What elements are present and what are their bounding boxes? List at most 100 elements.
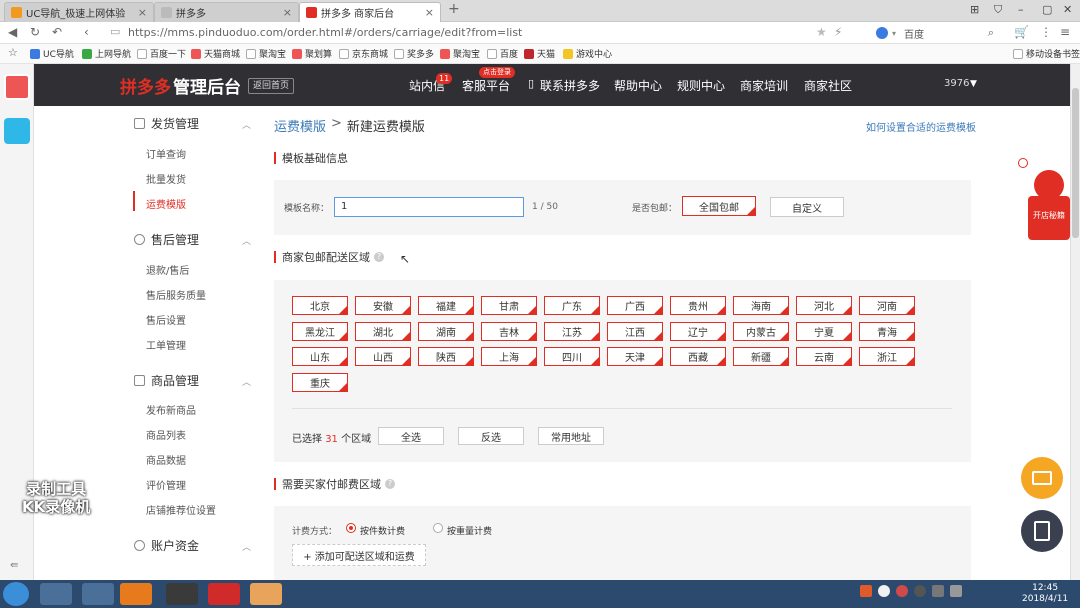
region-button[interactable]: 贵州 xyxy=(670,296,726,315)
region-button[interactable]: 上海 xyxy=(481,347,537,366)
region-button[interactable]: 北京 xyxy=(292,296,348,315)
template-name-input[interactable]: 1 xyxy=(334,197,524,217)
region-button[interactable]: 黑龙江 xyxy=(292,321,348,341)
mobile-bookmarks[interactable]: 移动设备书签 xyxy=(1013,47,1080,60)
sidebar-item-recommend-slot[interactable]: 店铺推荐位设置 xyxy=(146,502,216,517)
sidebar-item-aftersale-settings[interactable]: 售后设置 xyxy=(146,312,186,327)
sidebar-item-publish[interactable]: 发布新商品 xyxy=(146,402,196,417)
region-button[interactable]: 甘肃 xyxy=(481,296,537,315)
nav-training[interactable]: 商家培训 xyxy=(740,77,788,94)
region-button[interactable]: 天津 xyxy=(607,347,663,366)
region-button[interactable]: 河南 xyxy=(859,296,915,315)
radio-by-count[interactable] xyxy=(346,523,356,533)
bookmark-item[interactable]: 上网导航 xyxy=(82,47,131,60)
shop-tips-widget[interactable]: 开店秘籍 xyxy=(1028,170,1070,240)
region-button[interactable]: 四川 xyxy=(544,347,600,366)
browser-tab-pdd[interactable]: 拼多多 × xyxy=(154,2,299,22)
mail-button[interactable] xyxy=(1021,457,1063,499)
sidebar-group-shipping[interactable]: 发货管理 xyxy=(134,115,199,132)
custom-free-button[interactable]: 自定义 xyxy=(770,197,844,217)
close-icon[interactable]: × xyxy=(425,6,434,19)
breadcrumb-parent[interactable]: 运费模版 xyxy=(274,116,326,135)
sidebar-item-refund[interactable]: 退款/售后 xyxy=(146,262,189,277)
region-button[interactable]: 河北 xyxy=(796,296,852,315)
nav-contact[interactable]: 联系拼多多 xyxy=(540,77,600,94)
network-icon[interactable] xyxy=(932,585,944,597)
question-icon[interactable]: ? xyxy=(374,252,384,262)
region-button[interactable]: 陕西 xyxy=(418,347,474,366)
taskbar-app-icon[interactable] xyxy=(40,583,72,605)
browser-tab-uc[interactable]: UC导航_极速上网体验 × xyxy=(4,2,154,22)
region-button[interactable]: 山西 xyxy=(355,347,411,366)
browser-tab-pdd-admin[interactable]: 拼多多 商家后台 × xyxy=(299,2,441,22)
tile-icon[interactable]: ⊞ xyxy=(970,3,979,16)
chevron-up-icon[interactable]: ︿ xyxy=(242,118,251,131)
region-button[interactable]: 安徽 xyxy=(355,296,411,315)
bookmark-item[interactable]: 天猫 xyxy=(524,47,555,60)
prev-icon[interactable]: ‹ xyxy=(84,25,89,39)
feedback-button[interactable] xyxy=(1021,510,1063,552)
nav-customer-service[interactable]: 客服平台 xyxy=(462,77,510,94)
bookmark-item[interactable]: 奖多多 xyxy=(394,47,434,60)
sidebar-item-reviews[interactable]: 评价管理 xyxy=(146,477,186,492)
shield-icon[interactable]: ⛉ xyxy=(994,3,1002,17)
site-logo[interactable]: 拼多多 管理后台 xyxy=(120,73,241,98)
radio-by-weight[interactable] xyxy=(433,523,443,533)
bookmark-item[interactable]: 游戏中心 xyxy=(563,47,612,60)
chevron-up-icon[interactable]: ︿ xyxy=(242,375,251,388)
region-button[interactable]: 重庆 xyxy=(292,372,348,392)
url-input[interactable]: https://mms.pinduoduo.com/order.html#/or… xyxy=(128,26,522,39)
tray-icon[interactable] xyxy=(914,585,926,597)
region-button[interactable]: 西藏 xyxy=(670,347,726,366)
collapse-icon[interactable]: ⇚ xyxy=(10,560,18,571)
sidebar-group-goods[interactable]: 商品管理 xyxy=(134,372,199,389)
region-button[interactable]: 内蒙古 xyxy=(733,321,789,341)
shop-app-icon[interactable] xyxy=(4,74,30,100)
home-button[interactable]: 返回首页 xyxy=(248,78,295,94)
region-button[interactable]: 湖北 xyxy=(355,321,411,341)
sidebar-item-service-quality[interactable]: 售后服务质量 xyxy=(146,287,206,302)
nav-rules[interactable]: 规则中心 xyxy=(677,77,725,94)
invert-selection-button[interactable]: 反选 xyxy=(458,427,524,445)
sidebar-item-freight-template[interactable]: 运费模版 xyxy=(146,196,186,211)
bookmark-item[interactable]: 聚淘宝 xyxy=(246,47,286,60)
bookmark-item[interactable]: 聚划算 xyxy=(292,47,332,60)
sidebar-item-goods-data[interactable]: 商品数据 xyxy=(146,452,186,467)
vertical-scrollbar[interactable] xyxy=(1070,64,1080,580)
tray-icon[interactable] xyxy=(896,585,908,597)
star-icon[interactable]: ★ xyxy=(816,25,827,39)
close-icon[interactable]: × xyxy=(283,6,292,19)
region-button[interactable]: 云南 xyxy=(796,347,852,366)
volume-icon[interactable] xyxy=(950,585,962,597)
lightning-icon[interactable]: ⚡ xyxy=(834,25,842,39)
region-button[interactable]: 江西 xyxy=(607,321,663,341)
region-button[interactable]: 广东 xyxy=(544,296,600,315)
taskbar-uc-icon[interactable] xyxy=(120,583,152,605)
bookmark-item[interactable]: 天猫商城 xyxy=(191,47,240,60)
login-badge[interactable]: 点击登录 xyxy=(479,67,515,78)
minimize-icon[interactable]: – xyxy=(1018,3,1024,16)
ime-icon[interactable] xyxy=(860,585,872,597)
bulb-app-icon[interactable] xyxy=(4,118,30,144)
refresh-icon[interactable]: ↻ xyxy=(30,25,40,39)
bookmark-item[interactable]: 百度一下 xyxy=(137,47,186,60)
region-button[interactable]: 宁夏 xyxy=(796,321,852,341)
cart-icon[interactable]: 🛒 xyxy=(1014,25,1029,39)
region-button[interactable]: 广西 xyxy=(607,296,663,315)
new-tab-button[interactable]: + xyxy=(448,1,460,17)
region-button[interactable]: 湖南 xyxy=(418,321,474,341)
back-icon[interactable]: ◀ xyxy=(8,25,17,39)
taskbar-app-icon[interactable] xyxy=(166,583,198,605)
sidebar-item-goods-list[interactable]: 商品列表 xyxy=(146,427,186,442)
taskbar-app-icon[interactable] xyxy=(250,583,282,605)
bookmark-item[interactable]: 京东商城 xyxy=(339,47,388,60)
sidebar-group-aftersale[interactable]: 售后管理 xyxy=(134,231,199,248)
chevron-up-icon[interactable]: ︿ xyxy=(242,234,251,247)
search-box[interactable]: ▾ 百度 ⌕ xyxy=(876,25,1000,41)
close-window-icon[interactable]: ✕ xyxy=(1063,3,1072,16)
bookmark-item[interactable]: UC导航 xyxy=(30,47,74,60)
chevron-up-icon[interactable]: ︿ xyxy=(242,540,251,553)
question-icon[interactable]: ? xyxy=(385,479,395,489)
tray-icon[interactable] xyxy=(878,585,890,597)
help-link[interactable]: 如何设置合适的运费模板 xyxy=(866,119,976,134)
